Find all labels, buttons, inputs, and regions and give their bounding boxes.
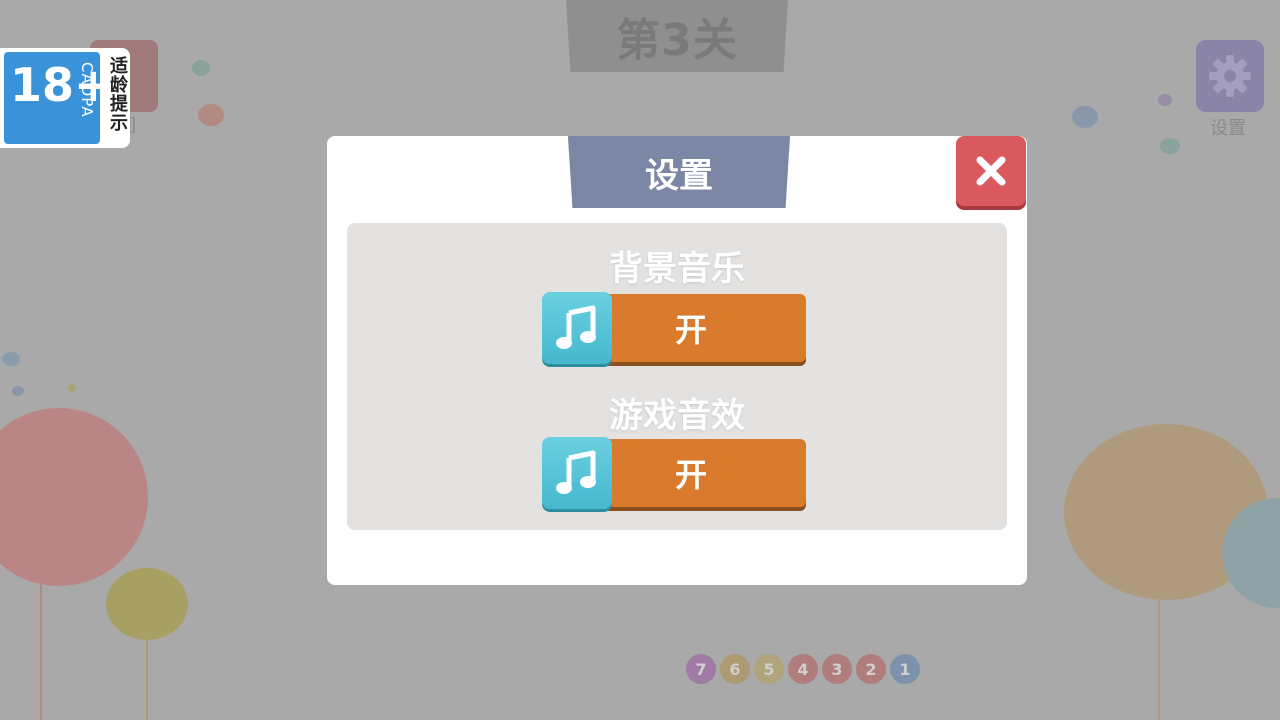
dot-decoration — [1160, 138, 1180, 154]
toggle-bar: 开 — [592, 294, 806, 362]
music-note-icon — [556, 305, 596, 349]
level-dot: 5 — [754, 654, 784, 684]
dot-decoration — [12, 386, 24, 396]
balloon-string — [146, 638, 148, 720]
sound-effects-toggle[interactable]: 开 — [542, 437, 806, 509]
gear-icon — [1209, 55, 1251, 97]
age-rating-logo: 18+ CADPA — [4, 52, 113, 144]
level-dot: 7 — [686, 654, 716, 684]
toggle-state: 开 — [674, 456, 707, 494]
close-button[interactable] — [956, 136, 1026, 206]
age-rating-badge: 18+ CADPA 适龄提示 — [0, 48, 130, 148]
music-icon-box — [542, 292, 612, 364]
level-banner: 第3关 — [566, 0, 788, 72]
dot-decoration — [1158, 94, 1172, 106]
level-title: 第3关 — [616, 15, 738, 66]
music-icon-box — [542, 437, 612, 509]
dot-decoration — [198, 104, 224, 126]
settings-button[interactable] — [1196, 40, 1264, 112]
level-dot: 3 — [822, 654, 852, 684]
balloon-string — [1158, 598, 1160, 720]
background-music-toggle[interactable]: 开 — [542, 292, 806, 364]
balloon-string — [40, 584, 42, 720]
level-dot: 1 — [890, 654, 920, 684]
toggle-state: 开 — [674, 311, 707, 349]
dot-decoration — [68, 384, 76, 392]
settings-label: 设置 — [1210, 118, 1246, 139]
dot-decoration — [1072, 106, 1098, 128]
dialog-title-tab: 设置 — [568, 136, 790, 208]
close-icon — [976, 156, 1006, 186]
toggle-bar: 开 — [592, 439, 806, 507]
age-rating-org: CADPA — [78, 62, 96, 118]
balloon-decoration — [0, 408, 148, 586]
balloon-decoration — [106, 568, 188, 640]
sound-effects-label: 游戏音效 — [609, 396, 745, 436]
dot-decoration — [192, 60, 210, 76]
dialog-title: 设置 — [645, 155, 713, 196]
dot-decoration — [2, 352, 20, 366]
settings-panel: 背景音乐 开 游戏音效 开 — [347, 223, 1007, 530]
level-dot: 4 — [788, 654, 818, 684]
settings-dialog: 设置 背景音乐 开 游戏音效 开 — [327, 136, 1027, 585]
age-rating-tip: 适龄提示 — [107, 56, 128, 132]
age-rating-number: 18+ — [10, 58, 113, 112]
level-indicator: 7 6 5 4 3 2 1 — [686, 654, 920, 684]
level-dot: 6 — [720, 654, 750, 684]
background-music-label: 背景音乐 — [609, 249, 745, 289]
music-note-icon — [556, 450, 596, 494]
level-dot: 2 — [856, 654, 886, 684]
